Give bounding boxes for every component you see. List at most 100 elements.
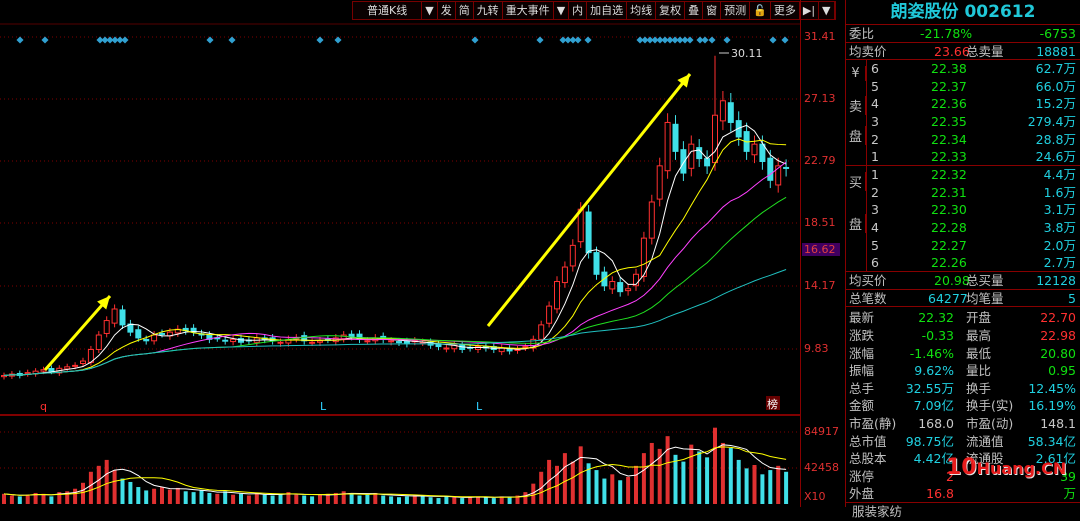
stat-value: 22.70	[1040, 310, 1076, 326]
candle-down	[680, 149, 687, 174]
book-level[interactable]: 2 22.34 28.8万	[846, 131, 1080, 149]
volume-bar	[112, 470, 117, 504]
level-volume: 2.0万	[1043, 237, 1076, 253]
stat-value: 58.34亿	[1027, 433, 1076, 449]
stat-value: 22.32	[918, 310, 954, 326]
book-level[interactable]: 3 22.35 279.4万	[846, 113, 1080, 131]
volume-bar	[199, 490, 204, 504]
candle-up	[688, 143, 695, 169]
marker-bang: 榜	[767, 397, 778, 411]
candle-up	[80, 360, 86, 364]
candle-down	[767, 157, 774, 181]
candle-down	[783, 166, 790, 169]
avg-trade-label: 均笔量	[966, 290, 1004, 306]
avg-sell-row: 均卖价 23.66 总卖量 18881	[846, 41, 1080, 60]
sell-book: ¥ 卖盘 6 22.38 62.7万 5 22.37 66.0万 4 22.36 15.2万 3 22.…	[846, 59, 1080, 167]
candle-up	[364, 340, 371, 343]
stat-row: 金额 7.09亿 换手(实) 16.19%	[846, 397, 1080, 415]
candle-down	[696, 147, 703, 160]
book-level[interactable]: 1 22.32 4.4万	[846, 166, 1080, 184]
book-level[interactable]: 4 22.28 3.8万	[846, 219, 1080, 237]
candle-down	[159, 332, 165, 335]
avg-buy-row: 均买价 20.98 总买量 12128	[846, 271, 1080, 289]
stat-label: 市盈(静)	[849, 415, 897, 431]
volume-bar	[81, 482, 85, 504]
kline-chart[interactable]: 30.11 q L L 榜	[0, 0, 800, 507]
signal-diamond-icon	[316, 36, 324, 44]
stat-value: 22.98	[1040, 327, 1076, 343]
stat-label: 涨幅	[849, 345, 875, 361]
axis-divider	[800, 0, 801, 507]
book-level[interactable]: 2 22.31 1.6万	[846, 184, 1080, 202]
candle-up	[103, 320, 110, 334]
signal-diamond-icon	[584, 36, 592, 44]
candle-up	[648, 201, 655, 239]
level-volume: 3.8万	[1043, 219, 1076, 235]
volume-bar	[41, 493, 46, 504]
volume-bar	[768, 470, 773, 504]
volume-bar	[468, 497, 473, 504]
volume-bar	[128, 481, 133, 504]
volume-bar	[104, 459, 109, 504]
volume-bar	[428, 497, 433, 504]
toolbar-button-16[interactable]: ▶|	[799, 2, 820, 19]
volume-bar	[9, 495, 14, 504]
book-level[interactable]: 5 22.37 66.0万	[846, 78, 1080, 96]
stat-label: 市盈(动)	[966, 415, 1014, 431]
level-volume: 279.4万	[1027, 113, 1076, 129]
candle-up	[554, 281, 560, 310]
candle-up	[609, 281, 616, 290]
volume-bar	[665, 436, 670, 504]
toolbar-button-17[interactable]: ▼	[819, 2, 835, 19]
candle-up	[569, 244, 576, 267]
level-price: 22.31	[931, 184, 967, 200]
signal-diamond-icon	[723, 36, 731, 44]
book-level[interactable]: 4 22.36 15.2万	[846, 95, 1080, 113]
candle-up	[72, 364, 79, 367]
candle-down	[348, 333, 355, 337]
stat-label: 总股本	[849, 451, 887, 467]
candle-down	[704, 158, 711, 167]
level-number: 1	[871, 167, 879, 183]
stat-row: 振幅 9.62% 量比 0.95	[846, 362, 1080, 380]
candle-up	[309, 341, 316, 344]
book-level[interactable]: 6 22.26 2.7万	[846, 254, 1080, 272]
total-sell-vol: 18881	[1036, 43, 1076, 59]
volume-bar	[491, 498, 496, 504]
total-buy-vol: 12128	[1036, 273, 1076, 289]
stat-row: 总手 32.55万 换手 12.45%	[846, 380, 1080, 398]
volume-bar	[689, 444, 694, 504]
level-price: 22.37	[931, 78, 967, 94]
volume-bar	[175, 487, 180, 504]
weibi-pct: -21.78%	[920, 26, 973, 41]
candle-down	[672, 123, 679, 152]
level-volume: 3.1万	[1043, 202, 1076, 218]
stat-label: 最新	[849, 310, 875, 326]
stat-label: 最低	[966, 345, 992, 361]
signal-diamond-icon	[206, 36, 214, 44]
level-volume: 62.7万	[1035, 61, 1076, 77]
avg-buy-price: 20.98	[934, 273, 970, 289]
stat-label: 最高	[966, 327, 992, 343]
stat-row: 最新 22.32 开盘 22.70	[846, 309, 1080, 327]
avg-sell-label: 均卖价	[849, 43, 887, 59]
level-number: 4	[871, 96, 879, 112]
volume-bar	[570, 461, 575, 504]
price-tick: 27.13	[804, 92, 836, 105]
volume-bar	[231, 494, 236, 504]
book-level[interactable]: 1 22.33 24.6万	[846, 148, 1080, 166]
book-level[interactable]: 5 22.27 2.0万	[846, 237, 1080, 255]
industry-label[interactable]: 服装家纺	[852, 503, 902, 521]
signal-diamond-icon	[574, 36, 582, 44]
stat-value: 98.75亿	[905, 433, 954, 449]
candle-up	[317, 340, 323, 343]
level-number: 3	[871, 202, 879, 218]
signal-diamond-icon	[41, 36, 49, 44]
book-level[interactable]: 3 22.30 3.1万	[846, 201, 1080, 219]
stat-label: 振幅	[849, 363, 875, 379]
industry-row[interactable]: 服装家纺	[846, 502, 1080, 520]
candle-down	[143, 338, 150, 342]
volume-bar	[728, 448, 733, 504]
book-level[interactable]: 6 22.38 62.7万	[846, 60, 1080, 78]
volume-bar	[760, 474, 765, 504]
